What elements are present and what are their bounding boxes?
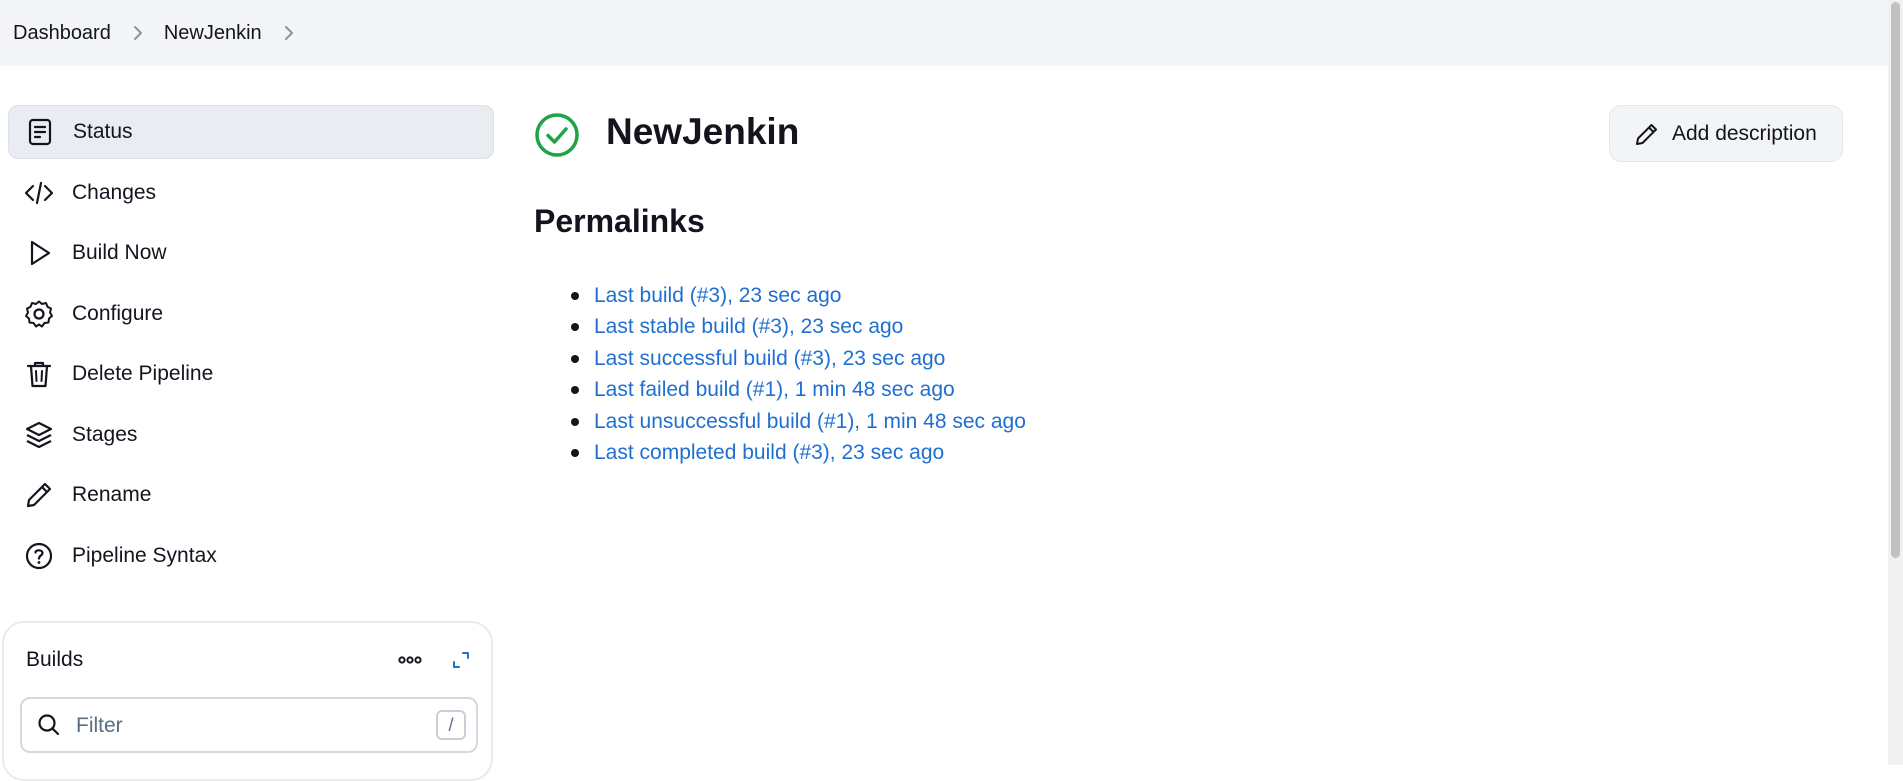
list-item: Last build (#3), 23 sec ago: [571, 280, 1026, 311]
breadcrumb: Dashboard NewJenkin: [0, 0, 1888, 66]
sidebar-item-label: Build Now: [72, 241, 167, 264]
builds-title: Builds: [26, 648, 84, 671]
permalink-last-completed-build[interactable]: Last completed build (#3), 23 sec ago: [594, 441, 944, 464]
play-icon: [24, 238, 54, 268]
list-item: Last completed build (#3), 23 sec ago: [571, 437, 1026, 468]
pencil-icon: [1636, 124, 1657, 145]
code-icon: [24, 178, 54, 208]
sidebar-item-delete-pipeline[interactable]: Delete Pipeline: [8, 347, 494, 401]
list-item: Last stable build (#3), 23 sec ago: [571, 311, 1026, 342]
layers-icon: [24, 420, 54, 450]
list-item: Last unsuccessful build (#1), 1 min 48 s…: [571, 406, 1026, 437]
permalinks-heading: Permalinks: [534, 203, 705, 239]
sidebar-item-label: Pipeline Syntax: [72, 544, 217, 567]
breadcrumb-newjenkin[interactable]: NewJenkin: [164, 22, 262, 45]
expand-icon[interactable]: [446, 645, 476, 675]
permalink-last-stable-build[interactable]: Last stable build (#3), 23 sec ago: [594, 315, 903, 338]
keyboard-shortcut-hint: /: [436, 710, 466, 740]
permalinks-list: Last build (#3), 23 sec ago Last stable …: [534, 280, 1026, 468]
sidebar-item-build-now[interactable]: Build Now: [8, 226, 494, 280]
chevron-right-icon: [132, 24, 144, 42]
breadcrumb-dashboard[interactable]: Dashboard: [13, 22, 111, 45]
add-description-label: Add description: [1672, 121, 1817, 145]
list-item: Last failed build (#1), 1 min 48 sec ago: [571, 374, 1026, 405]
sidebar-item-label: Stages: [72, 423, 138, 446]
sidebar-item-configure[interactable]: Configure: [8, 287, 494, 341]
builds-panel: Builds /: [2, 621, 493, 781]
sidebar-item-label: Configure: [72, 302, 164, 325]
sidebar-item-label: Status: [73, 120, 133, 143]
sidebar-item-status[interactable]: Status: [8, 105, 494, 159]
help-circle-icon: [24, 541, 54, 571]
add-description-button[interactable]: Add description: [1609, 105, 1843, 162]
sidebar-item-label: Delete Pipeline: [72, 362, 214, 385]
status-document-icon: [25, 117, 55, 147]
list-item: Last successful build (#3), 23 sec ago: [571, 343, 1026, 374]
permalink-last-successful-build[interactable]: Last successful build (#3), 23 sec ago: [594, 347, 945, 370]
pencil-icon: [24, 480, 54, 510]
permalink-last-build[interactable]: Last build (#3), 23 sec ago: [594, 284, 842, 307]
more-options-icon[interactable]: [395, 645, 425, 675]
scrollbar[interactable]: [1888, 0, 1903, 765]
sidebar-item-rename[interactable]: Rename: [8, 468, 494, 522]
trash-icon: [24, 359, 54, 389]
sidebar-item-label: Changes: [72, 181, 157, 204]
builds-filter-input[interactable]: [74, 709, 408, 743]
search-icon: [38, 714, 60, 736]
sidebar-item-pipeline-syntax[interactable]: Pipeline Syntax: [8, 529, 494, 583]
sidebar-item-changes[interactable]: Changes: [8, 166, 494, 220]
builds-filter: /: [20, 697, 478, 753]
permalink-last-failed-build[interactable]: Last failed build (#1), 1 min 48 sec ago: [594, 378, 955, 401]
success-check-icon: [535, 113, 579, 157]
page-title: NewJenkin: [606, 111, 800, 152]
gear-icon: [24, 299, 54, 329]
sidebar-item-stages[interactable]: Stages: [8, 408, 494, 462]
scrollbar-thumb[interactable]: [1891, 2, 1900, 558]
chevron-right-icon[interactable]: [283, 24, 295, 42]
sidebar-item-label: Rename: [72, 483, 152, 506]
permalink-last-unsuccessful-build[interactable]: Last unsuccessful build (#1), 1 min 48 s…: [594, 410, 1026, 433]
